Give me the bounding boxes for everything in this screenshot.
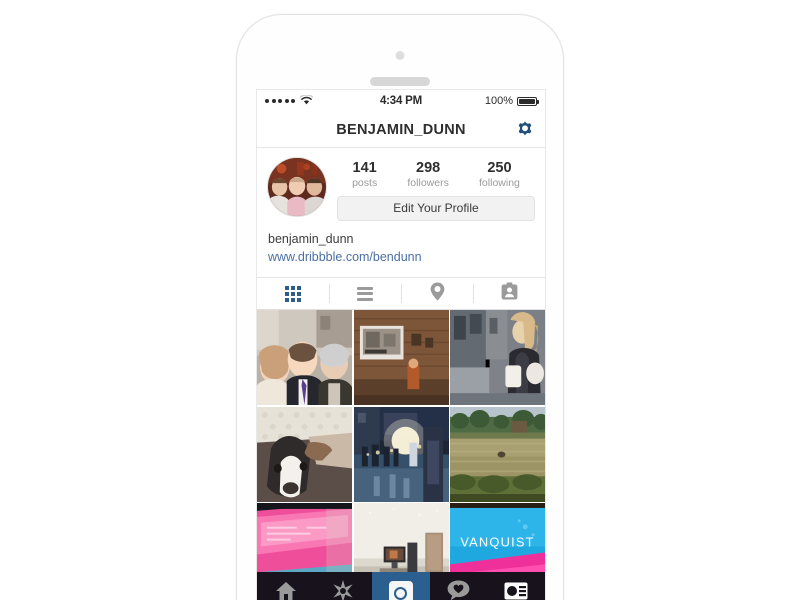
bottom-tab-bar bbox=[257, 572, 545, 600]
posts-label: posts bbox=[352, 176, 378, 189]
earpiece-speaker bbox=[370, 77, 430, 86]
status-bar-left bbox=[265, 93, 314, 108]
smartphone-frame: 4:34 PM 100% BENJAMIN_DUNN 141 posts 298… bbox=[236, 14, 564, 600]
photo-1[interactable] bbox=[257, 310, 352, 406]
camera-tab[interactable] bbox=[372, 572, 430, 600]
photo-2[interactable] bbox=[353, 310, 449, 406]
app-navbar: BENJAMIN_DUNN bbox=[257, 112, 545, 148]
following-label: following bbox=[479, 176, 520, 189]
photo-4[interactable] bbox=[257, 406, 352, 502]
stat-followers[interactable]: 298 followers bbox=[407, 160, 448, 189]
photo-3[interactable] bbox=[450, 310, 545, 406]
status-bar-right: 100% bbox=[484, 95, 539, 107]
map-pin-icon bbox=[430, 282, 445, 306]
screenshot-stage: 4:34 PM 100% BENJAMIN_DUNN 141 posts 298… bbox=[0, 0, 800, 600]
profile-tab[interactable] bbox=[487, 572, 545, 600]
grid-view-tab[interactable] bbox=[257, 278, 329, 309]
followers-count: 298 bbox=[416, 160, 441, 176]
profile-stats-area: 141 posts 298 followers 250 following Ed… bbox=[337, 157, 535, 221]
photo-6[interactable] bbox=[450, 406, 545, 502]
home-tab[interactable] bbox=[257, 572, 315, 600]
heart-bubble-icon bbox=[447, 580, 470, 600]
page-title: BENJAMIN_DUNN bbox=[336, 121, 466, 138]
edit-profile-button[interactable]: Edit Your Profile bbox=[337, 195, 535, 221]
following-count: 250 bbox=[487, 160, 512, 176]
profile-username: benjamin_dunn bbox=[268, 231, 354, 246]
stat-following[interactable]: 250 following bbox=[479, 160, 520, 189]
bio-section: benjamin_dunn www.dribbble.com/bendunn bbox=[257, 227, 545, 278]
phone-screen: 4:34 PM 100% BENJAMIN_DUNN 141 posts 298… bbox=[256, 89, 546, 600]
home-icon bbox=[275, 581, 297, 600]
followers-label: followers bbox=[407, 176, 449, 189]
view-mode-tabs bbox=[257, 277, 545, 311]
profile-website-link[interactable]: www.dribbble.com/bendunn bbox=[268, 248, 534, 267]
photo-grid: VANQUIST bbox=[257, 310, 545, 599]
battery-full-icon bbox=[517, 96, 539, 106]
activity-tab[interactable] bbox=[430, 572, 488, 600]
signal-strength-icon bbox=[265, 99, 295, 103]
stats-row: 141 posts 298 followers 250 following bbox=[337, 160, 535, 189]
battery-percent-label: 100% bbox=[484, 95, 513, 107]
gear-icon[interactable] bbox=[514, 119, 536, 141]
stat-posts[interactable]: 141 posts bbox=[352, 160, 377, 189]
tagged-photos-tab[interactable] bbox=[473, 278, 545, 309]
posts-count: 141 bbox=[352, 160, 377, 176]
map-view-tab[interactable] bbox=[401, 278, 473, 309]
photo-9-text: VANQUIST bbox=[460, 535, 534, 550]
profile-card-icon bbox=[504, 582, 528, 600]
front-camera-icon bbox=[395, 51, 405, 60]
avatar[interactable] bbox=[267, 157, 327, 217]
grid-icon bbox=[285, 285, 301, 302]
status-bar: 4:34 PM 100% bbox=[257, 90, 545, 112]
photos-of-you-icon bbox=[501, 282, 518, 305]
explore-tab[interactable] bbox=[315, 572, 373, 600]
compass-star-icon bbox=[332, 579, 354, 600]
photo-5[interactable] bbox=[353, 406, 449, 502]
profile-header: 141 posts 298 followers 250 following Ed… bbox=[257, 148, 545, 228]
wifi-icon bbox=[299, 93, 314, 108]
list-view-tab[interactable] bbox=[329, 278, 401, 309]
camera-icon bbox=[388, 581, 413, 600]
list-icon bbox=[357, 286, 373, 301]
